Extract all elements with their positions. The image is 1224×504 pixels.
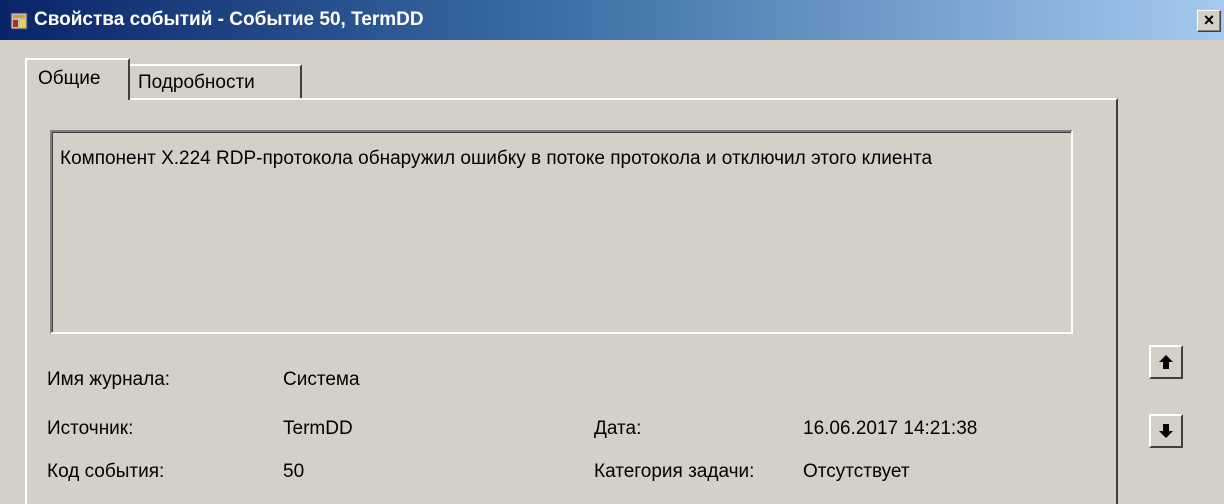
event-message-text: Компонент X.224 RDP-протокола обнаружил …	[60, 148, 933, 169]
event-viewer-icon	[10, 12, 28, 30]
event-id-label: Код события:	[47, 461, 165, 482]
event-message-box[interactable]: Компонент X.224 RDP-протокола обнаружил …	[50, 130, 1073, 334]
arrow-down-icon	[1159, 424, 1173, 438]
close-icon: ×	[1203, 10, 1215, 30]
log-name-value: Система	[283, 369, 360, 390]
window-title: Свойства событий - Событие 50, TermDD	[34, 9, 424, 30]
date-value: 16.06.2017 14:21:38	[803, 418, 978, 439]
title-bar[interactable]: Свойства событий - Событие 50, TermDD ×	[0, 0, 1224, 40]
tab-general-label: Общие	[38, 68, 101, 89]
previous-event-button[interactable]	[1149, 345, 1183, 379]
tab-details-label: Подробности	[138, 72, 255, 93]
task-category-label: Категория задачи:	[594, 461, 755, 482]
arrow-up-icon	[1159, 355, 1173, 369]
task-category-value: Отсутствует	[803, 461, 910, 482]
tab-general[interactable]: Общие	[25, 58, 130, 100]
event-properties-window: Свойства событий - Событие 50, TermDD × …	[0, 0, 1224, 504]
next-event-button[interactable]	[1149, 414, 1183, 448]
event-id-value: 50	[283, 461, 305, 482]
source-label: Источник:	[47, 418, 134, 439]
close-button[interactable]: ×	[1197, 10, 1221, 32]
date-label: Дата:	[594, 418, 642, 439]
source-value: TermDD	[283, 418, 353, 439]
log-name-label: Имя журнала:	[47, 369, 171, 390]
tab-details[interactable]: Подробности	[130, 64, 302, 100]
